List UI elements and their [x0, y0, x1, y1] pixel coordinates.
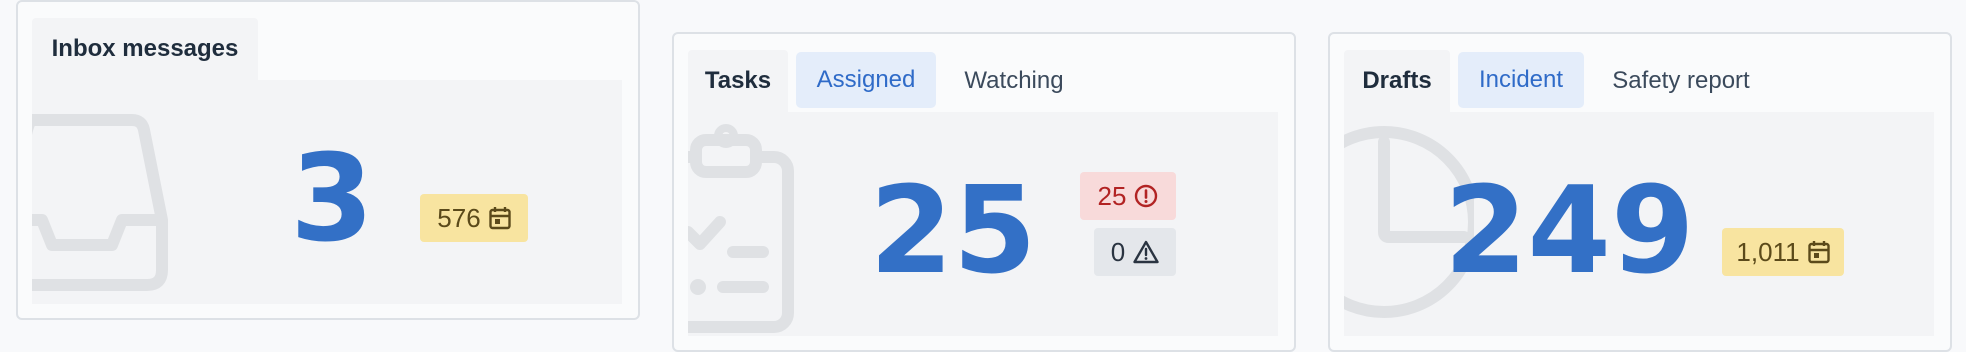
tab-label: Tasks	[704, 67, 772, 94]
drafts-scheduled-badge[interactable]: 1,011	[1722, 228, 1844, 276]
tasks-count: 25	[869, 162, 1037, 301]
tasks-panel[interactable]: 25 25 0	[688, 112, 1278, 336]
tab-tasks[interactable]: Tasks	[688, 50, 788, 112]
tab-safety-report[interactable]: Safety report	[1592, 50, 1770, 112]
tasks-widget: Tasks Assigned Watching 25 25 0	[672, 32, 1296, 352]
tab-label: Watching	[964, 67, 1064, 94]
inbox-count: 3	[290, 130, 374, 269]
tasks-warning-badge[interactable]: 0	[1094, 228, 1176, 276]
badge-value: 576	[437, 202, 481, 233]
tab-label: Safety report	[1612, 67, 1750, 94]
tab-inbox-messages[interactable]: Inbox messages	[32, 18, 258, 80]
tab-incident[interactable]: Incident	[1458, 52, 1584, 108]
warning-triangle-icon	[1133, 240, 1159, 264]
inbox-icon	[32, 114, 168, 291]
clipboard-icon	[688, 124, 794, 333]
badge-value: 1,011	[1736, 236, 1800, 267]
tab-assigned[interactable]: Assigned	[796, 52, 936, 108]
tab-label: Incident	[1478, 66, 1564, 93]
tab-drafts[interactable]: Drafts	[1344, 50, 1450, 112]
drafts-widget: Drafts Incident Safety report 249 1,011	[1328, 32, 1952, 352]
tab-watching[interactable]: Watching	[944, 50, 1084, 112]
tasks-overdue-badge[interactable]: 25	[1080, 172, 1176, 220]
drafts-panel[interactable]: 249 1,011	[1344, 112, 1934, 336]
drafts-count: 249	[1444, 162, 1695, 301]
badge-value: 0	[1110, 236, 1126, 267]
inbox-panel[interactable]: 3 576	[32, 80, 622, 304]
tab-label: Drafts	[1362, 67, 1432, 94]
tab-label: Inbox messages	[51, 35, 239, 62]
alert-circle-icon	[1135, 184, 1158, 208]
calendar-icon	[488, 207, 511, 230]
inbox-messages-widget: Inbox messages 3 576	[16, 0, 640, 320]
tab-label: Assigned	[816, 66, 916, 93]
badge-value: 25	[1097, 180, 1127, 211]
calendar-icon	[1807, 241, 1830, 264]
inbox-scheduled-badge[interactable]: 576	[420, 194, 528, 242]
